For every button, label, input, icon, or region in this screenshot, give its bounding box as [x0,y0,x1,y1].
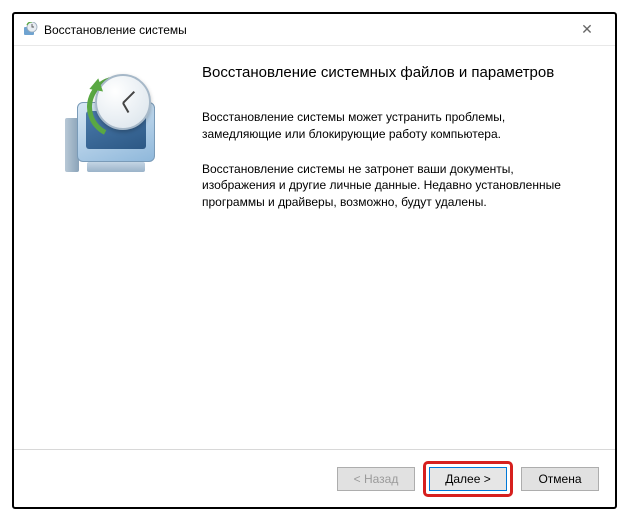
highlight-indicator: Далее > [423,461,513,497]
window-title: Восстановление системы [44,23,567,37]
cancel-button[interactable]: Отмена [521,467,599,491]
back-button: < Назад [337,467,415,491]
page-heading: Восстановление системных файлов и параме… [202,64,585,81]
titlebar: Восстановление системы ✕ [14,14,615,46]
close-button[interactable]: ✕ [567,16,607,44]
system-restore-icon-small [22,22,38,38]
description-paragraph-2: Восстановление системы не затронет ваши … [202,161,585,211]
dialog-window: Восстановление системы ✕ Восстановление … [12,12,617,509]
illustration-column [34,64,194,439]
wizard-button-bar: < Назад Далее > Отмена [14,449,615,507]
next-button[interactable]: Далее > [429,467,507,491]
content-area: Восстановление системных файлов и параме… [14,46,615,449]
text-column: Восстановление системных файлов и параме… [194,64,595,439]
close-icon: ✕ [581,21,593,38]
description-paragraph-1: Восстановление системы может устранить п… [202,109,585,143]
system-restore-icon [59,74,169,184]
